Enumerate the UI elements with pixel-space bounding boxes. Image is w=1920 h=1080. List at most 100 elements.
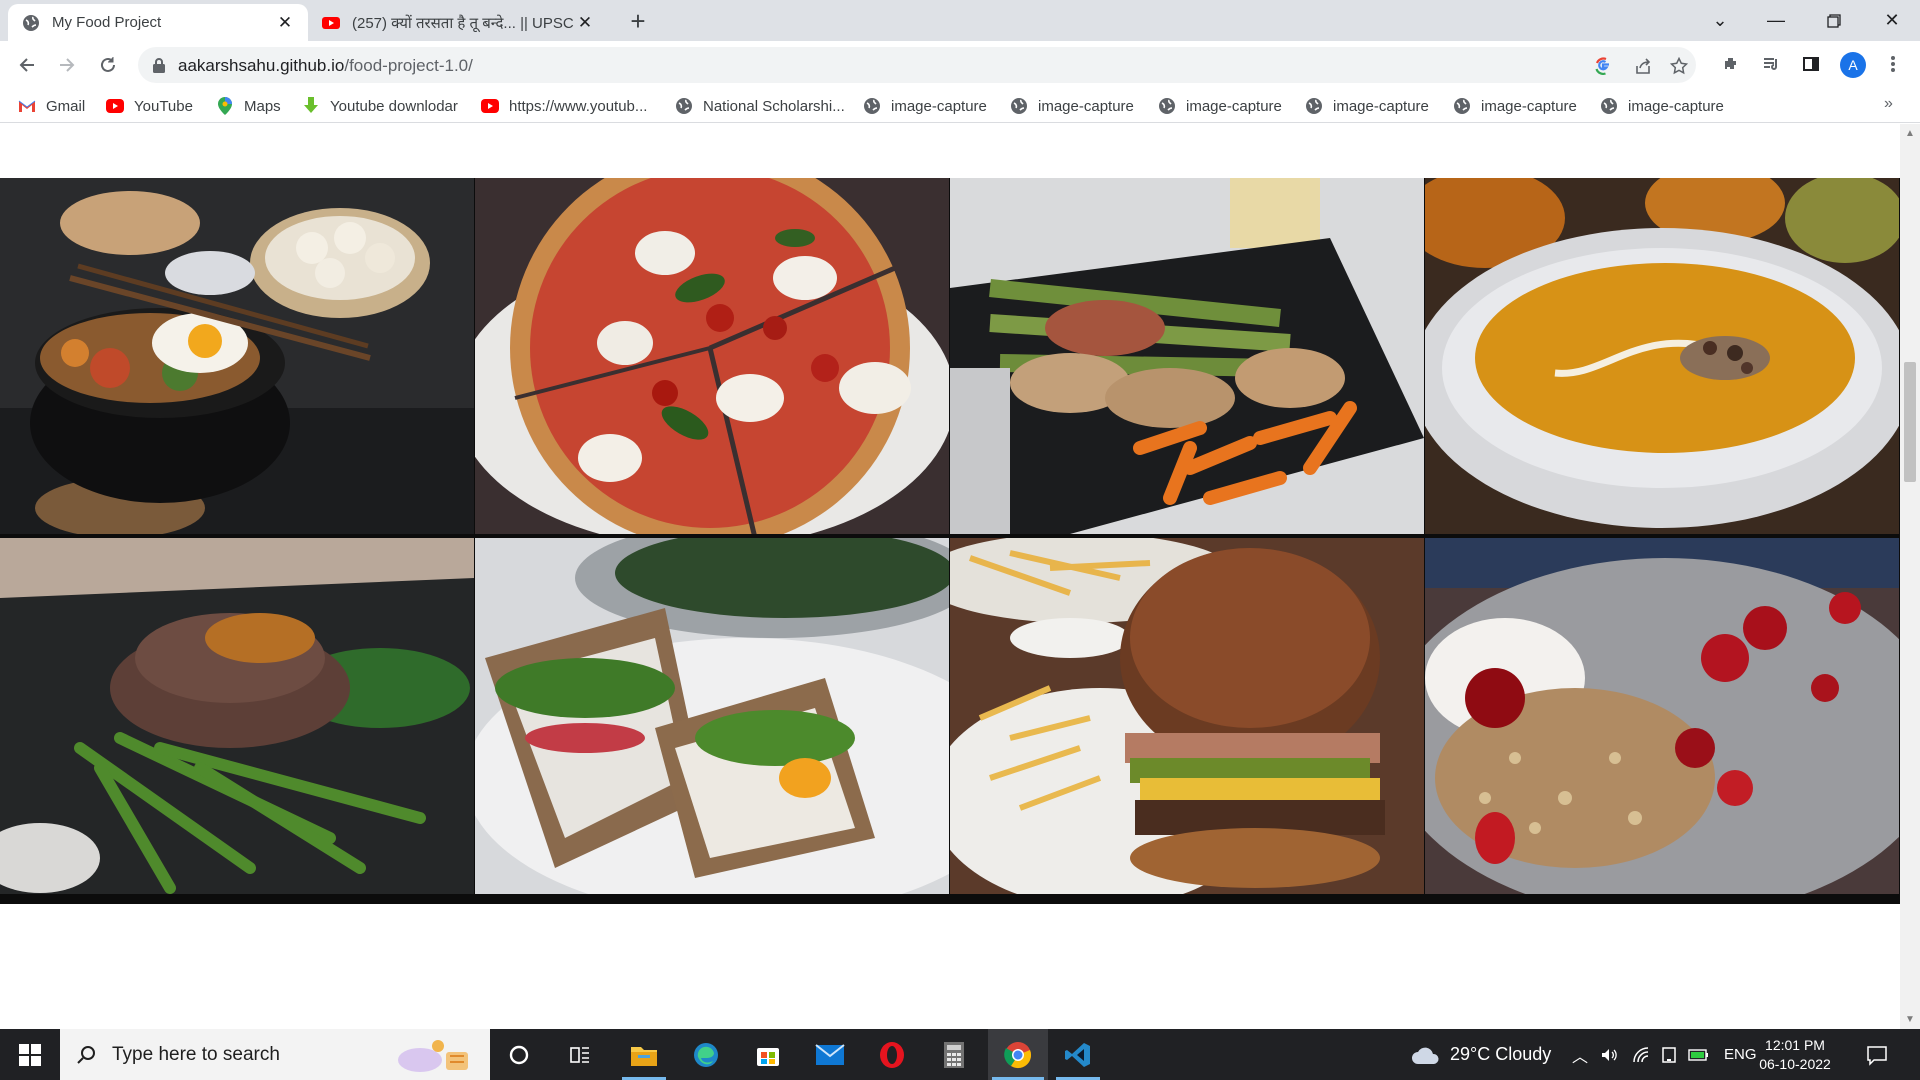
calculator-icon[interactable]: [928, 1029, 980, 1080]
bookmark-label: National Scholarshi...: [703, 97, 845, 115]
cloud-icon: [1412, 1047, 1439, 1064]
bookmark-image-capture[interactable]: image-capture: [1158, 95, 1282, 117]
microsoft-store-icon[interactable]: [742, 1029, 794, 1080]
close-window-button[interactable]: ✕: [1864, 0, 1920, 41]
clock-time: 12:01 PM: [1765, 1037, 1825, 1053]
profile-avatar[interactable]: A: [1840, 52, 1866, 78]
weather-text: 29°C Cloudy: [1450, 1044, 1552, 1064]
photo-sandwich[interactable]: [475, 538, 949, 894]
bookmark-label: https://www.youtub...: [509, 97, 648, 115]
bookmarks-overflow-icon[interactable]: »: [1884, 95, 1893, 113]
scroll-down-icon[interactable]: ▼: [1905, 1014, 1915, 1025]
bookmark-youtube-link[interactable]: https://www.youtub...: [481, 95, 647, 117]
bookmark-national-scholarship[interactable]: National Scholarshi...: [675, 95, 845, 117]
search-placeholder: Type here to search: [112, 1043, 280, 1065]
photo-steak-green-beans[interactable]: [0, 538, 474, 894]
task-view-icon[interactable]: [555, 1029, 605, 1080]
photo-burger-fries[interactable]: [950, 538, 1424, 894]
bookmark-image-capture[interactable]: image-capture: [1305, 95, 1429, 117]
mail-icon[interactable]: [804, 1029, 856, 1080]
search-icon: [77, 1045, 95, 1064]
bookmark-label: image-capture: [1186, 97, 1282, 115]
photo-pumpkin-soup[interactable]: [1425, 178, 1899, 534]
taskbar-search[interactable]: Type here to search: [60, 1029, 490, 1080]
globe-icon: [1158, 97, 1176, 115]
bookmark-gmail[interactable]: Gmail: [18, 95, 85, 117]
youtube-icon: [106, 97, 124, 115]
close-tab-icon[interactable]: ✕: [276, 13, 294, 33]
file-explorer-icon[interactable]: [618, 1029, 670, 1080]
tab-title: (257) क्यों तरसता है तू बन्दे... || UPSC: [352, 14, 574, 32]
back-button[interactable]: [12, 50, 42, 80]
more-menu-icon[interactable]: [1882, 53, 1904, 75]
show-hidden-icons[interactable]: ︿: [1572, 1029, 1588, 1080]
tab-youtube[interactable]: (257) क्यों तरसता है तू बन्दे... || UPSC…: [308, 4, 608, 41]
bookmark-youtube[interactable]: YouTube: [106, 95, 193, 117]
globe-icon: [675, 97, 693, 115]
bookmark-image-capture[interactable]: image-capture: [1010, 95, 1134, 117]
windows-icon: [19, 1043, 41, 1066]
bookmark-image-capture[interactable]: image-capture: [1453, 95, 1577, 117]
globe-icon: [1453, 97, 1471, 115]
bookmark-label: image-capture: [1038, 97, 1134, 115]
youtube-icon: [322, 16, 340, 29]
photo-granola-cherry[interactable]: [1425, 538, 1899, 894]
bookmarks-bar: Gmail YouTube Maps Youtube downlodar htt…: [0, 89, 1920, 123]
bookmark-label: Maps: [244, 97, 281, 115]
restore-button[interactable]: [1806, 0, 1862, 41]
bookmark-star-icon[interactable]: [1668, 55, 1690, 77]
bookmark-image-capture[interactable]: image-capture: [863, 95, 987, 117]
url-host: aakarshsahu.github.io: [178, 56, 345, 75]
page-scrollbar[interactable]: ▲ ▼: [1900, 124, 1920, 1029]
clock-date: 06-10-2022: [1759, 1056, 1831, 1072]
search-highlight-icon: [398, 1040, 468, 1072]
photo-pizza[interactable]: [475, 178, 949, 534]
photo-chicken-asparagus[interactable]: [950, 178, 1424, 534]
download-icon: [302, 97, 320, 115]
device-icon[interactable]: [1660, 1029, 1678, 1080]
system-clock[interactable]: 12:01 PM 06-10-2022: [1745, 1036, 1845, 1074]
bookmark-maps[interactable]: Maps: [216, 95, 281, 117]
network-icon[interactable]: [1632, 1029, 1650, 1080]
bookmark-label: image-capture: [1481, 97, 1577, 115]
new-tab-button[interactable]: +: [624, 8, 652, 36]
cortana-icon[interactable]: [494, 1029, 544, 1080]
opera-icon[interactable]: [866, 1029, 918, 1080]
bookmark-image-capture[interactable]: image-capture: [1600, 95, 1724, 117]
bookmark-label: Gmail: [46, 97, 86, 115]
forward-button[interactable]: [52, 50, 82, 80]
start-button[interactable]: [0, 1029, 60, 1080]
notifications-icon[interactable]: [1866, 1029, 1888, 1080]
tab-search-icon[interactable]: ⌄: [1692, 0, 1748, 41]
lock-icon[interactable]: [152, 57, 166, 73]
volume-icon[interactable]: [1600, 1029, 1618, 1080]
battery-icon[interactable]: [1688, 1029, 1710, 1080]
vscode-icon[interactable]: [1052, 1029, 1104, 1080]
address-bar[interactable]: aakarshsahu.github.io/food-project-1.0/: [138, 47, 1696, 83]
media-control-icon[interactable]: [1760, 53, 1782, 75]
maps-icon: [216, 97, 234, 115]
reload-button[interactable]: [93, 50, 123, 80]
globe-icon: [1305, 97, 1323, 115]
side-panel-icon[interactable]: [1800, 53, 1822, 75]
close-tab-icon[interactable]: ✕: [576, 13, 594, 33]
weather-widget[interactable]: 29°C Cloudy: [1410, 1029, 1551, 1080]
tab-my-food-project[interactable]: My Food Project ✕: [8, 4, 308, 41]
share-icon[interactable]: [1632, 55, 1654, 77]
google-lens-icon[interactable]: [1592, 55, 1614, 77]
scrollbar-thumb[interactable]: [1904, 362, 1916, 482]
bookmark-youtube-downloader[interactable]: Youtube downlodar: [302, 95, 458, 117]
scroll-up-icon[interactable]: ▲: [1905, 128, 1915, 139]
minimize-button[interactable]: —: [1748, 0, 1804, 41]
page-viewport: [0, 124, 1920, 1029]
edge-icon[interactable]: [680, 1029, 732, 1080]
url-path: /food-project-1.0/: [344, 56, 473, 75]
extensions-icon[interactable]: [1720, 53, 1742, 75]
photo-bibimbap[interactable]: [0, 178, 474, 534]
windows-taskbar: Type here to search 29°C Cloudy ︿ ENG 12…: [0, 1029, 1920, 1080]
tab-title: My Food Project: [52, 14, 162, 31]
url-text[interactable]: aakarshsahu.github.io/food-project-1.0/: [178, 56, 473, 76]
gmail-icon: [18, 97, 36, 115]
chrome-icon[interactable]: [988, 1029, 1048, 1080]
browser-toolbar: aakarshsahu.github.io/food-project-1.0/ …: [0, 41, 1920, 89]
